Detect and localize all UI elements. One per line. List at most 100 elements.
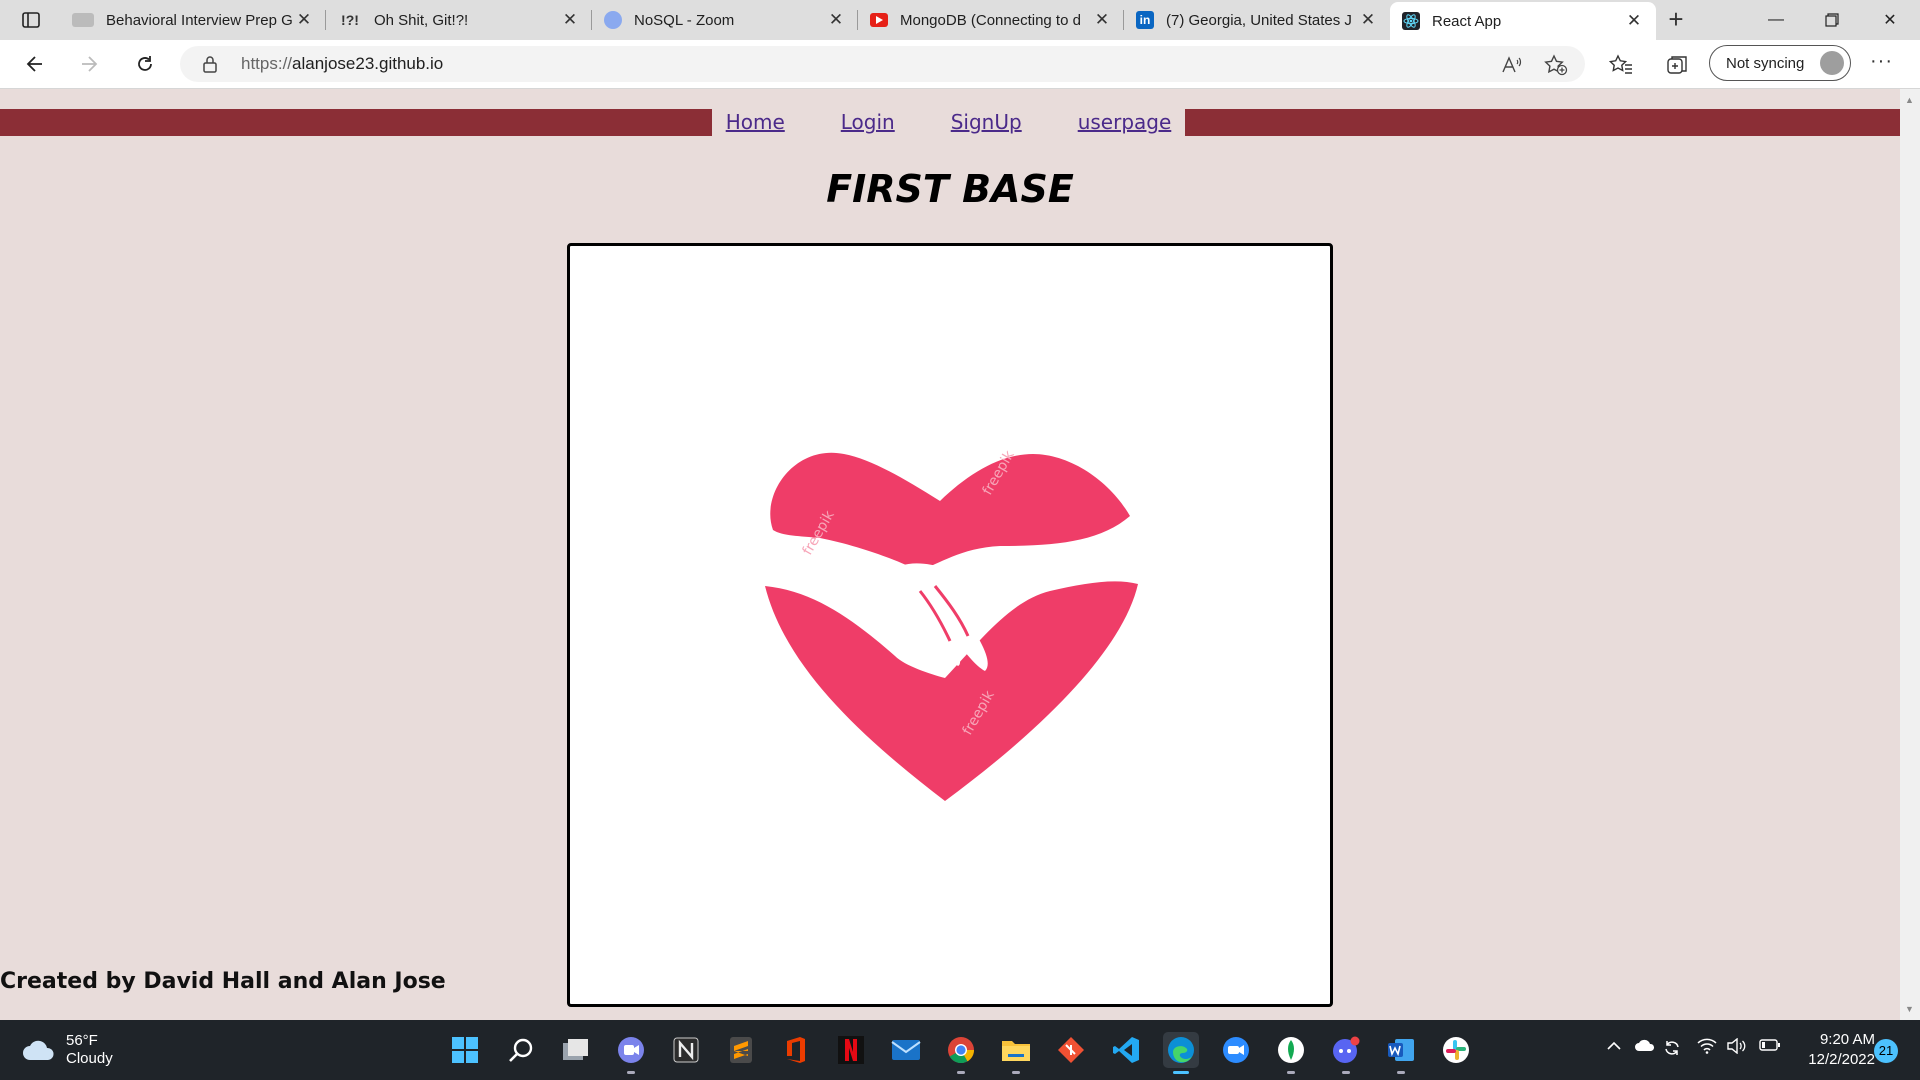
tab-oh-shit-git[interactable]: !?! Oh Shit, Git!?! ✕ — [326, 0, 592, 40]
tab-nosql-zoom[interactable]: NoSQL - Zoom ✕ — [592, 0, 858, 40]
close-tab-icon[interactable]: ✕ — [1358, 10, 1378, 30]
git-icon[interactable] — [1053, 1032, 1089, 1068]
weather-widget[interactable]: 56°F Cloudy — [22, 1032, 113, 1068]
favorites-icon[interactable] — [1608, 52, 1634, 78]
chrome-icon[interactable] — [943, 1032, 979, 1074]
url-text[interactable]: https://alanjose23.github.io — [241, 54, 443, 74]
sync-icon[interactable] — [1662, 1038, 1682, 1062]
heart-hands-logo: freepik freepik freepik — [765, 447, 1138, 801]
avatar — [1820, 51, 1844, 75]
running-indicator — [957, 1071, 965, 1074]
battery-icon[interactable] — [1759, 1038, 1781, 1056]
running-indicator — [1012, 1071, 1020, 1074]
tab-title: React App — [1432, 12, 1502, 30]
sync-label: Not syncing — [1726, 54, 1805, 72]
react-icon — [1402, 12, 1420, 30]
clock-date: 12/2/2022 — [1808, 1051, 1875, 1068]
running-indicator — [1397, 1071, 1405, 1074]
office-icon[interactable] — [778, 1032, 814, 1068]
tab-linkedin[interactable]: in (7) Georgia, United States J ✕ — [1124, 0, 1390, 40]
windows-taskbar: 56°F Cloudy 9:20 AM 12/2/2022 21 — [0, 1020, 1920, 1080]
running-indicator — [1342, 1071, 1350, 1074]
nav-link-signup[interactable]: SignUp — [951, 110, 1022, 134]
settings-more-icon[interactable]: ··· — [1870, 50, 1893, 73]
page-scrollbar[interactable]: ▲ ▼ — [1900, 89, 1920, 1020]
refresh-button[interactable] — [128, 48, 162, 80]
add-favorite-icon[interactable] — [1544, 53, 1568, 77]
cloud-icon — [23, 1040, 54, 1060]
read-aloud-icon[interactable] — [1500, 53, 1524, 77]
tab-title: MongoDB (Connecting to d — [900, 11, 1081, 29]
sublime-icon[interactable] — [723, 1032, 759, 1068]
close-window-button[interactable]: ✕ — [1862, 0, 1918, 40]
zoom-icon[interactable] — [1218, 1032, 1254, 1068]
wifi-icon[interactable] — [1697, 1038, 1717, 1058]
tab-actions-icon[interactable] — [14, 8, 48, 32]
top-nav: Home Login SignUp userpage — [712, 97, 1185, 147]
scroll-up-icon[interactable]: ▲ — [1905, 95, 1914, 105]
slack-icon[interactable] — [1438, 1032, 1474, 1068]
edge-icon[interactable] — [1163, 1032, 1199, 1074]
lock-icon[interactable] — [202, 55, 218, 78]
hero-image-frame: freepik freepik freepik — [567, 243, 1333, 1007]
mongodb-compass-icon[interactable] — [1273, 1032, 1309, 1074]
tab-title: Oh Shit, Git!?! — [374, 11, 469, 29]
start-icon[interactable] — [447, 1032, 483, 1068]
back-button[interactable] — [18, 48, 52, 80]
mail-icon[interactable] — [888, 1032, 924, 1068]
minimize-button[interactable]: — — [1748, 0, 1804, 40]
vscode-icon[interactable] — [1108, 1032, 1144, 1068]
task-view-icon[interactable] — [558, 1032, 594, 1068]
onedrive-icon[interactable] — [1634, 1038, 1656, 1056]
forward-button[interactable] — [72, 48, 106, 80]
new-tab-button[interactable]: + — [1662, 6, 1690, 34]
git-icon: !?! — [341, 12, 359, 28]
nav-link-home[interactable]: Home — [726, 110, 785, 134]
close-tab-icon[interactable]: ✕ — [560, 10, 580, 30]
tab-mongodb-youtube[interactable]: MongoDB (Connecting to d ✕ — [858, 0, 1124, 40]
nav-link-userpage[interactable]: userpage — [1078, 110, 1172, 134]
search-icon[interactable] — [503, 1032, 539, 1068]
address-bar[interactable]: https://alanjose23.github.io — [180, 46, 1585, 82]
running-indicator — [1173, 1071, 1189, 1074]
tab-title: NoSQL - Zoom — [634, 11, 735, 29]
close-tab-icon[interactable]: ✕ — [294, 10, 314, 30]
profile-sync-button[interactable]: Not syncing — [1709, 45, 1851, 81]
close-tab-icon[interactable]: ✕ — [1092, 10, 1112, 30]
tab-strip: Behavioral Interview Prep G ✕ !?! Oh Shi… — [0, 0, 1920, 40]
tab-title: Behavioral Interview Prep G — [106, 11, 293, 29]
notification-badge[interactable]: 21 — [1874, 1039, 1898, 1063]
close-tab-icon[interactable]: ✕ — [1624, 11, 1644, 31]
page-title: FIRST BASE — [826, 167, 1074, 211]
running-indicator — [1287, 1071, 1295, 1074]
url-protocol: https:// — [241, 54, 293, 73]
collections-icon[interactable] — [1664, 52, 1690, 78]
linkedin-icon: in — [1136, 11, 1154, 29]
clock[interactable]: 9:20 AM 12/2/2022 — [1795, 1030, 1875, 1070]
scroll-down-icon[interactable]: ▼ — [1905, 1004, 1914, 1014]
web-page: Home Login SignUp userpage FIRST BASE fr… — [0, 89, 1920, 1020]
browser-toolbar: https://alanjose23.github.io Not syncing… — [0, 40, 1920, 89]
restore-button[interactable] — [1804, 0, 1860, 40]
file-explorer-icon[interactable] — [998, 1032, 1034, 1074]
word-icon[interactable] — [1383, 1032, 1419, 1074]
discord-icon[interactable] — [1328, 1032, 1364, 1074]
youtube-icon — [870, 13, 888, 27]
clock-time: 9:20 AM — [1819, 1031, 1875, 1048]
weather-desc: Cloudy — [66, 1050, 113, 1067]
teams-chat-icon[interactable] — [613, 1032, 649, 1074]
book-icon — [72, 13, 94, 27]
notion-icon[interactable] — [668, 1032, 704, 1068]
netflix-icon[interactable] — [833, 1032, 869, 1068]
show-hidden-icons[interactable] — [1606, 1038, 1622, 1055]
tab-title: (7) Georgia, United States J — [1166, 11, 1352, 29]
tab-react-app[interactable]: React App ✕ — [1390, 2, 1656, 40]
tab-behavioral[interactable]: Behavioral Interview Prep G ✕ — [60, 0, 326, 40]
credit-text: Created by David Hall and Alan Jose — [0, 969, 446, 994]
weather-temp: 56°F — [66, 1032, 98, 1049]
volume-icon[interactable] — [1727, 1037, 1747, 1058]
url-host: alanjose23.github.io — [292, 54, 444, 73]
zoom-icon — [604, 11, 622, 29]
close-tab-icon[interactable]: ✕ — [826, 10, 846, 30]
nav-link-login[interactable]: Login — [841, 110, 895, 134]
